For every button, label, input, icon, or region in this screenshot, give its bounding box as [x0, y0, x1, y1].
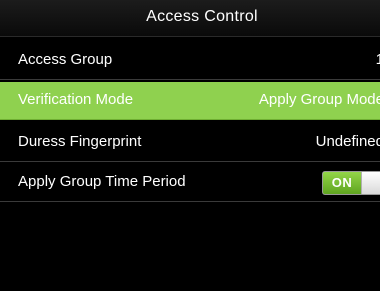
menu-item-label: Access Group — [18, 51, 113, 68]
menu-item-label: Duress Fingerprint — [18, 133, 142, 150]
menu-item-duress-fingerprint[interactable]: Duress Fingerprint Undefined — [0, 124, 380, 162]
page-title: Access Control — [146, 8, 258, 25]
toggle-knob — [361, 172, 380, 194]
menu-item-label: Verification Mode — [18, 91, 134, 108]
menu-item-value: Undefined — [315, 133, 380, 150]
menu-item-value: Apply Group Mode — [258, 91, 380, 108]
menu-item-label: Apply Group Time Period — [18, 173, 186, 190]
toggle-on-label: ON — [323, 172, 361, 194]
menu-item-access-group[interactable]: Access Group 1 — [0, 42, 380, 80]
access-control-screen: Access Control Access Group 1 Verificati… — [0, 0, 380, 291]
menu-item-value: 1 — [376, 51, 380, 68]
menu-item-verification-mode[interactable]: Verification Mode Apply Group Mode — [0, 82, 380, 120]
title-bar: Access Control — [0, 0, 380, 37]
menu-item-apply-group-time-period[interactable]: Apply Group Time Period ON — [0, 164, 380, 202]
apply-group-time-period-toggle[interactable]: ON — [322, 171, 380, 195]
